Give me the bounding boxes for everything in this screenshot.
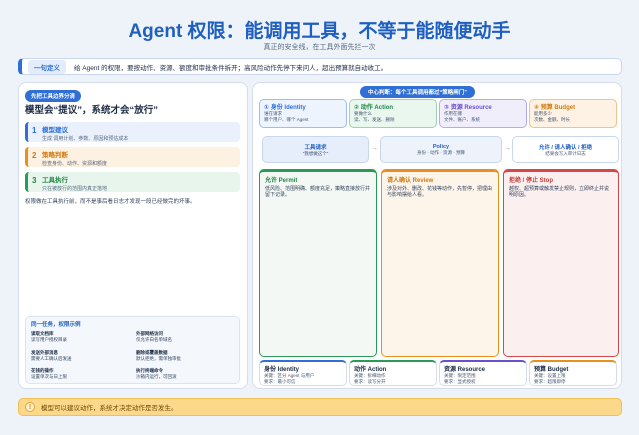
example-rule: 设置单次与日上限 (31, 374, 67, 379)
column-desc: 低风险、范围明确、额度充足，策略直接放行并留下记录。 (265, 186, 371, 199)
example-cell: 读取文档库 读写用户授权目录 (31, 331, 131, 343)
flow-desc: 结果会写入审计日志 (545, 150, 586, 156)
step-title: 策略判断 (42, 152, 68, 159)
dimension-action: ② 动作 Action 要做什么 读、写、发送、删除 (349, 99, 437, 128)
example-cell: 发送外部消息 需要人工确认后发送 (31, 350, 131, 362)
flow-decision: 允许 / 请人确认 / 拒绝 结果会写入审计日志 (512, 136, 619, 163)
dimension-resource: ③ 资源 Resource 作用在哪 文件、账户、系统 (439, 99, 527, 128)
example-rule: 仅允许白名单域名 (136, 337, 172, 342)
step-desc: 检查身份、动作、资源和额度 (42, 161, 108, 167)
bottom-title: 资源 Resource (444, 367, 486, 373)
step-number: 2 (32, 151, 37, 160)
example-rule: 沙箱内运行，可回滚 (136, 374, 177, 379)
column-desc: 越权、超预算或触发禁止规则，立即终止并说明原因。 (509, 186, 610, 199)
dimension-line: 哪个用户、哪个 Agent (264, 117, 309, 122)
arrow-right-icon: → (504, 145, 511, 152)
page-title: Agent 权限：能调用工具，不等于能随便动手 (128, 21, 511, 42)
flow-title: 允许 / 请人确认 / 拒绝 (538, 144, 593, 151)
example-rule: 需要人工确认后发送 (31, 356, 72, 361)
example-cell: 花钱的操作 设置单次与日上限 (31, 368, 131, 380)
column-desc: 涉及对外、删改、花钱等动作，先暂停，把理由与影响摆给人看。 (387, 186, 493, 199)
step-number: 1 (32, 126, 37, 135)
bottom-line: 要求：超限即停 (534, 379, 566, 384)
step-policy: 2 策略判断 检查身份、动作、资源和额度 (25, 147, 240, 167)
definition-text: 给 Agent 的权限，要按动作、资源、额度和审批条件拆开；高风险动作先停下来问… (74, 64, 388, 72)
left-note: 权限做在工具执行前，而不是事后看日志才发现一段已经做完的坏事。 (25, 199, 196, 205)
column-title: 允许 Permit (265, 178, 298, 184)
flow-policy: Policy 身份 · 动作 · 资源 · 预算 (380, 136, 502, 163)
example-rule: 读写用户授权目录 (31, 337, 67, 342)
step-execute: 3 工具执行 只在被放行的范围内真正落地 (25, 172, 240, 192)
left-question: 模型会“提议”，系统才会“放行” (25, 105, 159, 116)
footer-text: 模型可以建议动作，系统才决定动作是否发生。 (41, 405, 178, 412)
left-pill: 先把工具边界分清 (25, 90, 82, 102)
footer-callout: ! 模型可以建议动作，系统才决定动作是否发生。 (18, 398, 622, 416)
dimension-budget: ④ 预算 Budget 能用多少 次数、金额、时长 (529, 99, 617, 128)
example-cell: 删除或覆盖数据 默认拒绝，需单独审批 (136, 350, 236, 362)
warning-icon: ! (25, 402, 35, 412)
column-permit: 允许 Permit 低风险、范围明确、额度充足，策略直接放行并留下记录。 (259, 169, 377, 357)
dimension-title: ① 身份 Identity (264, 105, 306, 111)
bottom-line: 要求：显式授权 (444, 379, 476, 384)
bottom-title: 动作 Action (354, 367, 387, 373)
dimension-title: ③ 资源 Resource (444, 105, 492, 111)
column-title: 请人确认 Review (387, 178, 434, 184)
example-cell: 执行终端命令 沙箱内运行，可回滚 (136, 368, 236, 380)
step-desc: 生成 调用计划、参数、原因和预估成本 (42, 136, 129, 142)
column-stop: 拒绝 / 停止 Stop 越权、超预算或触发禁止规则，立即终止并说明原因。 (503, 169, 619, 357)
step-title: 工具执行 (42, 177, 68, 184)
bottom-identity: 身份 Identity 关键：区分 Agent 与用户 要求：最小可信 (259, 360, 347, 386)
dimension-line: 文件、账户、系统 (444, 117, 480, 122)
dimension-line: 读、写、发送、删除 (354, 117, 395, 122)
example-rule: 默认拒绝，需单独审批 (136, 356, 181, 361)
bottom-title: 预算 Budget (534, 367, 569, 373)
dimension-line: 次数、金额、时长 (534, 117, 570, 122)
flow-desc: 身份 · 动作 · 资源 · 预算 (417, 149, 465, 155)
bottom-action: 动作 Action 关键：拆细动作 要求：读写分开 (349, 360, 437, 386)
step-suggest: 1 模型建议 生成 调用计划、参数、原因和预估成本 (25, 122, 240, 142)
definition-bar: 一句定义 给 Agent 的权限，要按动作、资源、额度和审批条件拆开；高风险动作… (18, 58, 622, 75)
bottom-resource: 资源 Resource 关键：限定范围 要求：显式授权 (439, 360, 527, 386)
dimension-title: ② 动作 Action (354, 105, 394, 111)
step-number: 3 (32, 176, 37, 185)
column-review: 请人确认 Review 涉及对外、删改、花钱等动作，先暂停，把理由与影响摆给人看… (381, 169, 499, 357)
step-desc: 只在被放行的范围内真正落地 (42, 186, 108, 192)
bottom-line: 要求：最小可信 (264, 379, 296, 384)
example-cell: 外部网络访问 仅允许白名单域名 (136, 331, 236, 343)
column-title: 拒绝 / 停止 Stop (509, 178, 553, 184)
arrow-right-icon: → (371, 145, 378, 152)
bottom-budget: 预算 Budget 关键：设置上限 要求：超限即停 (529, 360, 617, 386)
page-subtitle: 真正的安全线，在工具外面先拦一次 (263, 44, 376, 51)
flow-desc: “我想做这个” (302, 150, 329, 156)
right-pill: 中心判断：每个工具调用都过“策略闸门” (360, 86, 476, 98)
dimension-identity: ① 身份 Identity 谁在请求 哪个用户、哪个 Agent (259, 99, 347, 128)
dimension-title: ④ 预算 Budget (534, 105, 576, 111)
permission-examples: 同一任务，权限示例 读取文档库 读写用户授权目录 外部网络访问 仅允许白名单域名… (25, 316, 240, 384)
flow-request: 工具请求 “我想做这个” (262, 136, 369, 163)
bottom-line: 要求：读写分开 (354, 379, 386, 384)
flow-title: 工具请求 (304, 144, 327, 151)
step-title: 模型建议 (42, 127, 68, 134)
bottom-title: 身份 Identity (264, 367, 300, 373)
examples-heading: 同一任务，权限示例 (31, 322, 81, 328)
definition-tag: 一句定义 (28, 59, 66, 74)
